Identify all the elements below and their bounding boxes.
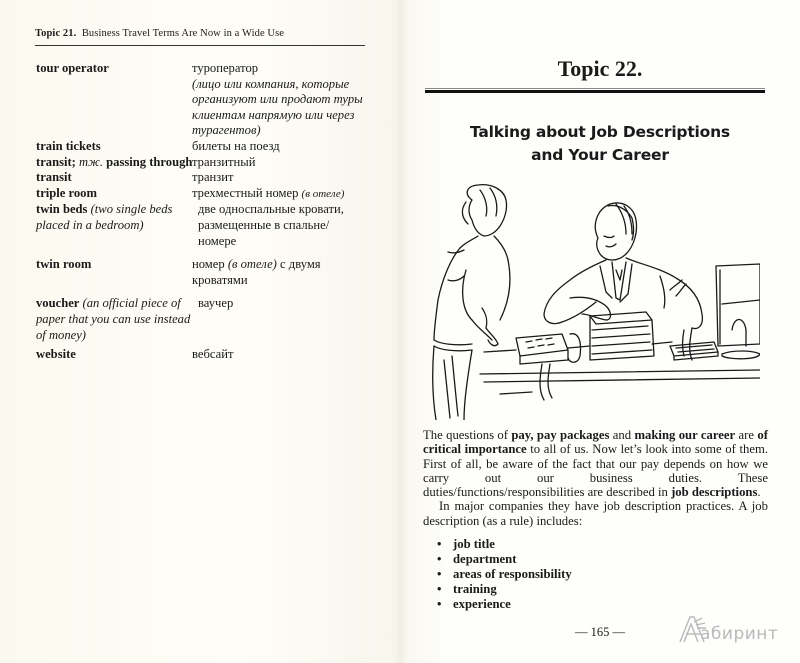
vocab-translation: номер: [192, 257, 225, 272]
book-spread: Topic 21. Business Travel Terms Are Now …: [0, 0, 800, 663]
vocab-row: website вебсайт: [36, 347, 376, 363]
subtitle-line-2: and Your Career: [531, 146, 669, 164]
text-run: and: [609, 428, 635, 442]
vocab-translation-note: (в отеле): [227, 257, 277, 272]
vocab-abbr: тж.: [79, 154, 103, 169]
list-item: • areas of responsibility: [437, 567, 572, 582]
vocab-translation: туроператор: [192, 61, 259, 75]
vocab-translation-note: (в отеле): [301, 187, 345, 200]
vocab-translation: билеты на поезд: [192, 138, 280, 153]
topic-rule-thin: [425, 88, 765, 89]
bold-term: pay, pay packages: [511, 428, 610, 442]
vocab-term: transit;: [36, 154, 76, 169]
vocab-term: train tickets: [36, 138, 101, 153]
vocab-row: triple room трехместный номер (в отеле): [36, 186, 376, 203]
bullet-icon: •: [437, 552, 442, 566]
vocab-translation: транзит: [192, 170, 234, 185]
list-item-label: areas of responsibility: [453, 567, 572, 581]
vocab-term: transit: [36, 170, 72, 185]
list-item-label: training: [453, 582, 497, 596]
keyboard: [669, 341, 719, 361]
topic-title: Topic 22.: [557, 56, 643, 81]
list-item-label: department: [453, 552, 517, 566]
watermark-text: абиринт: [700, 624, 779, 644]
list-item-label: job title: [453, 537, 495, 551]
vocab-term-alt: passing through: [106, 154, 193, 169]
vocab-translation: ваучер: [198, 296, 234, 311]
vocab-translation: вебсайт: [192, 347, 234, 362]
vocab-row: transit транзит: [36, 170, 376, 186]
bullet-icon: •: [437, 597, 442, 611]
topic-rule-thick: [425, 90, 765, 93]
labirint-watermark: абиринт: [678, 614, 790, 644]
job-description-list: • job title • department • areas of respons…: [437, 537, 572, 612]
vocab-term: triple room: [36, 185, 97, 200]
vocab-row: transit; тж. passing through транзитный: [36, 155, 376, 171]
body-text: The questions of pay, pay packages and m…: [423, 428, 768, 528]
text-run: The questions of: [423, 428, 512, 442]
book-fold: [395, 0, 407, 663]
bullet-icon: •: [437, 537, 442, 551]
vocab-term: twin beds: [36, 202, 88, 217]
paper-stack: [589, 311, 655, 361]
vocab-row: twin beds (two single beds placed in a b…: [36, 202, 376, 249]
office-illustration: [432, 184, 760, 420]
computer-monitor: [715, 263, 760, 360]
vocab-term: tour operator: [36, 61, 109, 75]
list-item: • job title: [437, 537, 572, 552]
vocab-row: twin room номер (в отеле) с двумя кроват…: [36, 257, 376, 288]
running-head: Topic 21. Business Travel Terms Are Now …: [35, 28, 365, 39]
vocabulary-list: tour operator туроператор (лицо или комп…: [36, 61, 376, 363]
vocab-translation: две односпальные кровати, размещенные в …: [198, 202, 344, 248]
vocab-term: website: [36, 347, 76, 362]
vocab-term: voucher: [36, 296, 80, 311]
desk-phone: [515, 333, 582, 401]
running-head-rule: [35, 45, 365, 46]
running-head-topic: Topic 21.: [35, 28, 77, 39]
bullet-icon: •: [437, 582, 442, 596]
text-run: .: [757, 485, 761, 500]
running-head-title: Business Travel Terms Are Now in a Wide …: [81, 28, 285, 39]
bullet-icon: •: [437, 567, 442, 581]
bold-term: making our career: [634, 428, 736, 442]
vocab-row: tour operator туроператор (лицо или комп…: [36, 61, 376, 139]
paragraph-2: In major companies they have job descrip…: [423, 499, 768, 528]
list-item: • training: [437, 582, 572, 597]
text-run: are: [735, 428, 758, 442]
list-item-label: experience: [453, 597, 511, 611]
chapter-subtitle: Talking about Job Descriptions and Your …: [400, 121, 800, 167]
subtitle-line-1: Talking about Job Descriptions: [470, 123, 730, 141]
vocab-translation: трехместный номер: [192, 185, 299, 200]
vocab-row: train tickets билеты на поезд: [36, 139, 376, 155]
vocab-translation: транзитный: [192, 154, 256, 169]
bold-term: job descriptions: [671, 485, 758, 500]
vocab-term: twin room: [36, 257, 92, 272]
list-item: • experience: [437, 597, 572, 612]
vocab-row: voucher (an official piece of paper that…: [36, 296, 376, 343]
paragraph-1: The questions of pay, pay packages and m…: [423, 428, 768, 499]
desk: [479, 341, 760, 395]
list-item: • department: [437, 552, 572, 567]
vocab-translation-note: (лицо или компания, которые организуют и…: [192, 76, 363, 138]
woman-figure: [432, 184, 511, 420]
